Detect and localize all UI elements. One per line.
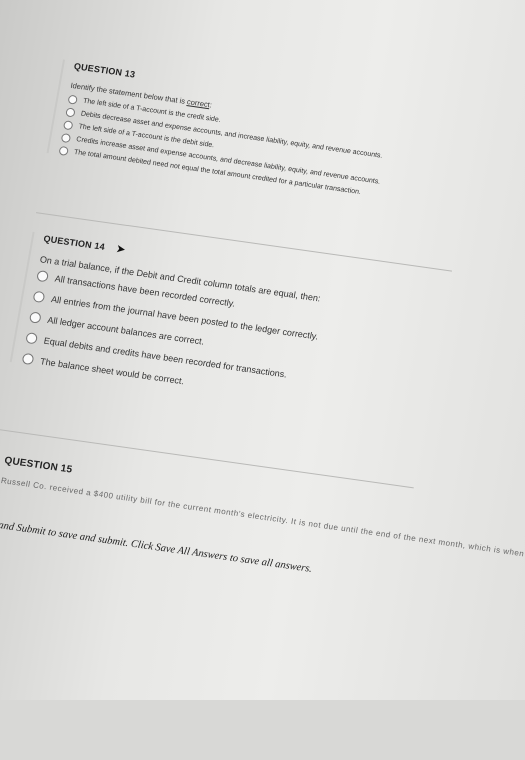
radio-button[interactable] — [28, 311, 42, 324]
quiz-page: QUESTION 13 Identify the statement below… — [0, 20, 525, 739]
radio-button[interactable] — [21, 352, 35, 366]
prompt-colon: : — [209, 100, 213, 110]
radio-button[interactable] — [32, 290, 46, 304]
question-14: QUESTION 14 ➤ On a trial balance, if the … — [8, 231, 439, 429]
radio-button[interactable] — [65, 107, 76, 118]
question-15: QUESTION 15 Russell Co. received a $400 … — [0, 453, 525, 563]
question-13-box: QUESTION 13 Identify the statement below… — [46, 59, 470, 211]
question-14-title: QUESTION 14 — [42, 233, 106, 252]
radio-button[interactable] — [25, 332, 39, 345]
screen-photo: QUESTION 13 Identify the statement below… — [0, 0, 525, 700]
mouse-cursor-icon: ➤ — [115, 243, 127, 256]
question-13: QUESTION 13 Identify the statement below… — [46, 59, 470, 214]
radio-button[interactable] — [60, 133, 72, 144]
radio-button[interactable] — [58, 145, 69, 156]
radio-button[interactable] — [36, 269, 49, 283]
radio-button[interactable] — [67, 94, 78, 105]
prompt-emphasis: correct — [186, 97, 211, 110]
radio-button[interactable] — [62, 120, 74, 131]
submit-instructions: Click Save and Submit to save and submit… — [0, 513, 313, 575]
question-15-box: QUESTION 15 Russell Co. received a $400 … — [0, 453, 525, 563]
